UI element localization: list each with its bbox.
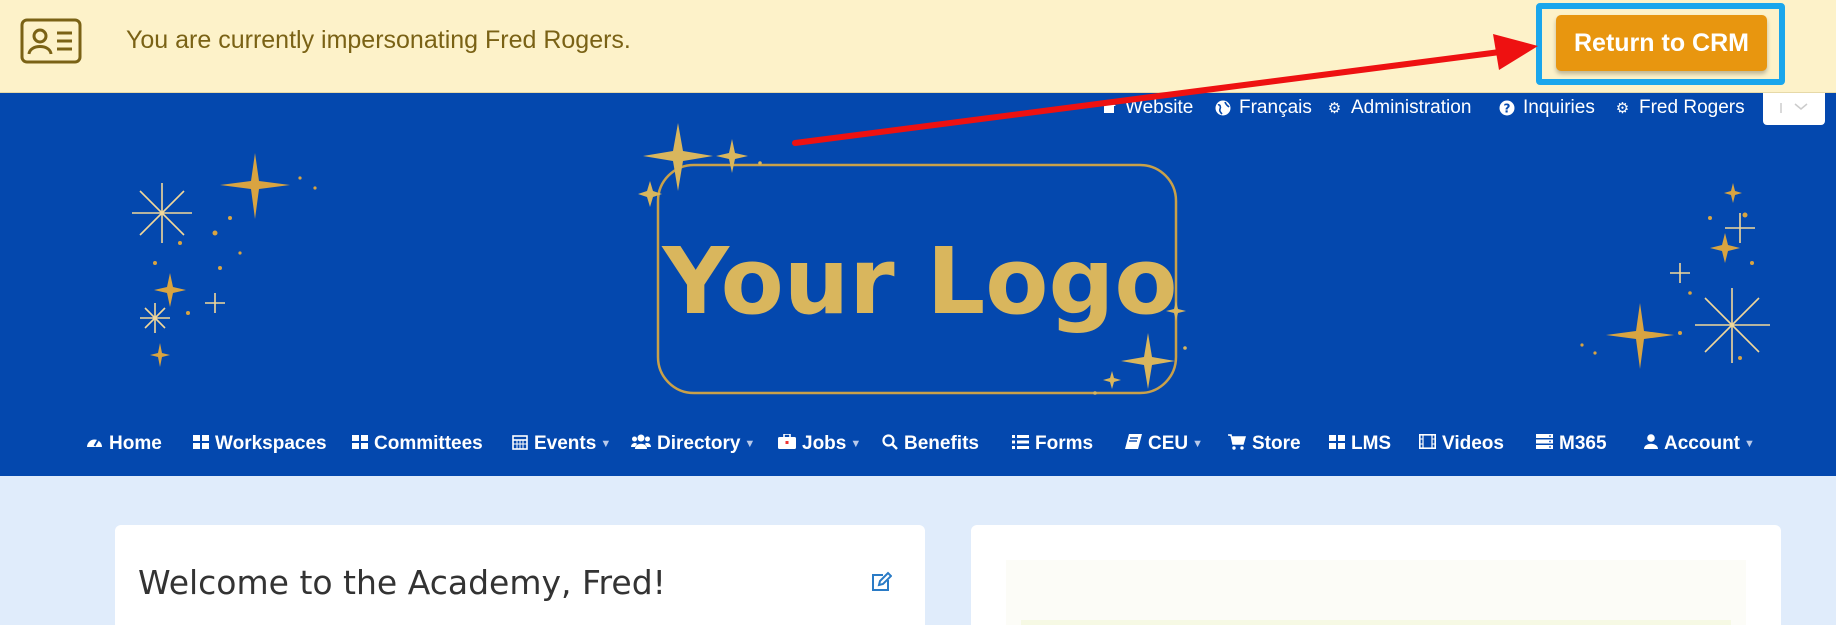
nav-item-store[interactable]: Store xyxy=(1228,433,1301,455)
card-content-area xyxy=(1006,560,1746,625)
welcome-title: Welcome to the Academy, Fred! xyxy=(138,563,666,602)
calendar-icon xyxy=(512,434,528,455)
chevron-down-icon: ▼ xyxy=(850,438,862,450)
nav-item-label: Jobs xyxy=(802,433,847,454)
top-link-language[interactable]: Français xyxy=(1214,97,1312,119)
nav-item-label: M365 xyxy=(1559,433,1607,454)
users-icon xyxy=(631,434,651,454)
sparkle-decoration-left xyxy=(132,153,317,367)
home-icon xyxy=(1100,99,1117,117)
book-icon xyxy=(1125,434,1142,454)
nav-item-label: Directory xyxy=(657,433,741,454)
edit-icon[interactable] xyxy=(870,571,892,593)
nav-item-videos[interactable]: Videos xyxy=(1419,433,1504,455)
cart-icon xyxy=(1228,433,1246,455)
chevron-down-icon: ▼ xyxy=(600,438,612,450)
nav-item-label: Benefits xyxy=(904,433,979,454)
nav-item-label: Account xyxy=(1664,433,1740,454)
top-link-inquiries[interactable]: ? Inquiries xyxy=(1498,97,1595,119)
logo-text: Your Logo xyxy=(661,228,1177,335)
top-link-label: Français xyxy=(1239,97,1312,118)
chevron-down-icon: ▼ xyxy=(1192,438,1204,450)
top-link-label: Inquiries xyxy=(1523,97,1595,118)
nav-item-lms[interactable]: LMS xyxy=(1329,433,1391,455)
highlight-strip xyxy=(1021,620,1731,625)
top-link-user[interactable]: ⚙ Fred Rogers xyxy=(1614,97,1745,119)
nav-item-label: CEU xyxy=(1148,433,1189,454)
grid-icon xyxy=(352,434,368,454)
site-logo[interactable]: Your Logo xyxy=(600,123,1220,423)
nav-item-label: Committees xyxy=(374,433,483,454)
nav-item-forms[interactable]: Forms xyxy=(1012,433,1093,455)
gear-icon: ⚙ xyxy=(1615,99,1630,117)
nav-item-home[interactable]: Home xyxy=(86,433,162,455)
chevron-down-icon xyxy=(1780,103,1808,113)
gear-icon: ⚙ xyxy=(1327,99,1342,117)
briefcase-icon xyxy=(778,433,796,454)
return-to-crm-button[interactable]: Return to CRM xyxy=(1556,15,1767,71)
nav-item-m365[interactable]: M365 xyxy=(1536,433,1607,455)
welcome-card: Welcome to the Academy, Fred! xyxy=(115,525,925,625)
nav-item-jobs[interactable]: Jobs ▼ xyxy=(778,433,861,455)
list-icon xyxy=(1012,434,1029,454)
nav-item-events[interactable]: Events ▼ xyxy=(512,433,611,455)
side-card xyxy=(971,525,1781,625)
search-icon xyxy=(882,433,898,455)
chevron-down-icon: ▼ xyxy=(744,438,756,450)
top-link-website[interactable]: Website xyxy=(1100,97,1193,119)
svg-text:?: ? xyxy=(1503,101,1510,115)
main-navigation: Home Workspaces Committees Events ▼ Dire… xyxy=(0,423,1836,473)
server-icon xyxy=(1536,434,1553,454)
nav-item-ceu[interactable]: CEU ▼ xyxy=(1125,433,1203,455)
contact-card-icon xyxy=(20,18,82,64)
nav-item-workspaces[interactable]: Workspaces xyxy=(193,433,327,455)
nav-item-label: Videos xyxy=(1442,433,1504,454)
user-icon xyxy=(1644,434,1658,454)
nav-item-label: Forms xyxy=(1035,433,1094,454)
impersonation-message: You are currently impersonating Fred Rog… xyxy=(126,26,631,54)
nav-item-label: Home xyxy=(109,433,162,454)
nav-item-label: Store xyxy=(1252,433,1301,454)
impersonation-bar: You are currently impersonating Fred Rog… xyxy=(0,0,1836,93)
grid-icon xyxy=(1329,434,1345,454)
nav-item-label: Workspaces xyxy=(215,433,327,454)
sparkle-decoration-right xyxy=(1580,183,1770,369)
dashboard-icon xyxy=(86,434,103,454)
globe-icon xyxy=(1214,100,1231,117)
chevron-down-icon: ▼ xyxy=(1744,438,1755,450)
top-link-label: Website xyxy=(1125,97,1194,118)
top-dropdown-toggle[interactable] xyxy=(1763,93,1825,125)
question-icon: ? xyxy=(1498,100,1515,117)
nav-item-directory[interactable]: Directory ▼ xyxy=(631,433,755,455)
top-link-label: Fred Rogers xyxy=(1639,97,1745,118)
nav-item-committees[interactable]: Committees xyxy=(352,433,483,455)
site-header: Website Français ⚙ Administration ? Inqu… xyxy=(0,93,1836,476)
nav-item-label: Events xyxy=(534,433,597,454)
nav-item-account[interactable]: Account ▼ xyxy=(1644,433,1755,455)
top-utility-links: Website Français ⚙ Administration ? Inqu… xyxy=(0,93,1836,125)
film-icon xyxy=(1419,434,1436,454)
grid-icon xyxy=(193,434,209,454)
nav-item-benefits[interactable]: Benefits xyxy=(882,433,979,455)
nav-item-label: LMS xyxy=(1351,433,1392,454)
top-link-administration[interactable]: ⚙ Administration xyxy=(1326,97,1472,119)
top-link-label: Administration xyxy=(1351,97,1472,118)
